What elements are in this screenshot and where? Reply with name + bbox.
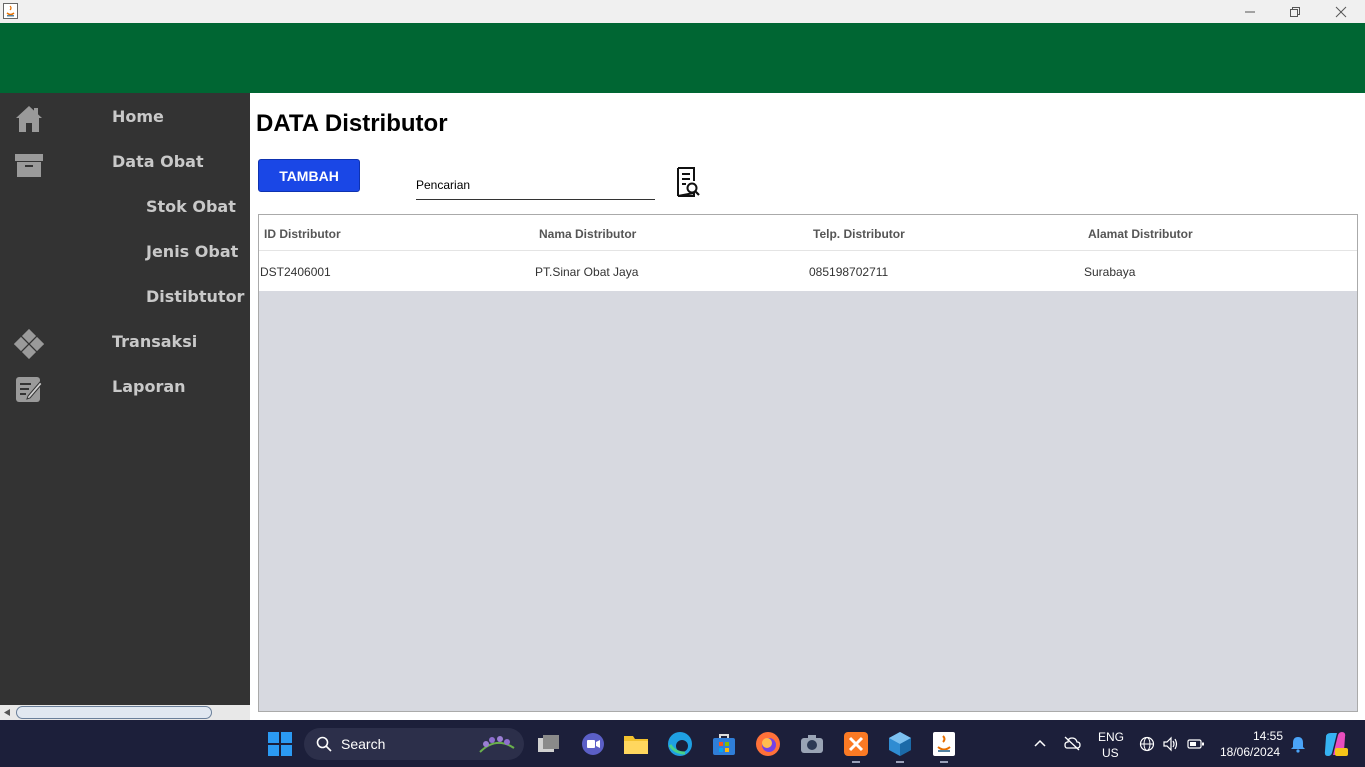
edge-browser-icon[interactable] — [667, 731, 693, 757]
column-header-alamat[interactable]: Alamat Distributor — [1088, 227, 1193, 241]
battery-icon[interactable] — [1187, 738, 1205, 750]
close-button[interactable] — [1318, 0, 1363, 23]
header-banner — [0, 23, 1365, 93]
java-app-icon — [3, 3, 18, 19]
report-icon — [16, 377, 43, 402]
home-icon — [16, 106, 42, 132]
running-indicator — [852, 761, 860, 763]
sidebar-item-label: Jenis Obat — [146, 242, 239, 261]
sidebar-item-transaksi[interactable]: Transaksi — [0, 321, 250, 361]
camera-icon[interactable] — [799, 731, 825, 757]
copilot-icon[interactable] — [1322, 731, 1348, 757]
firefox-icon[interactable] — [755, 731, 781, 757]
cloud-offline-icon[interactable] — [1063, 735, 1081, 751]
network-globe-icon[interactable] — [1139, 736, 1155, 752]
table-row[interactable]: DST2406001 PT.Sinar Obat Jaya 0851987027… — [259, 251, 1357, 291]
volume-icon[interactable] — [1162, 736, 1180, 752]
language-indicator[interactable]: ENG — [1098, 730, 1124, 744]
cell-alamat: Surabaya — [1084, 265, 1136, 279]
netbeans-icon[interactable] — [887, 731, 913, 757]
add-distributor-button[interactable]: TAMBAH — [258, 159, 360, 192]
search-document-icon[interactable] — [675, 166, 701, 198]
search-icon — [316, 736, 332, 752]
scroll-left-icon[interactable] — [2, 708, 12, 717]
sidebar-item-jenis-obat[interactable]: Jenis Obat — [0, 231, 250, 271]
cell-id: DST2406001 — [260, 265, 331, 279]
running-indicator — [896, 761, 904, 763]
sidebar-item-home[interactable]: Home — [0, 96, 250, 136]
column-header-nama[interactable]: Nama Distributor — [539, 227, 636, 241]
restore-icon — [1289, 6, 1300, 17]
restore-button[interactable] — [1272, 0, 1317, 23]
sidebar-item-label: Laporan — [112, 377, 186, 396]
chevron-up-icon[interactable] — [1033, 738, 1047, 748]
taskbar-clock-date[interactable]: 18/06/2024 — [1220, 745, 1280, 759]
close-icon — [1335, 6, 1346, 17]
sidebar-item-data-obat[interactable]: Data Obat — [0, 141, 250, 181]
table-header: ID Distributor Nama Distributor Telp. Di… — [259, 215, 1357, 251]
scrollbar-thumb[interactable] — [16, 706, 212, 719]
column-header-telp[interactable]: Telp. Distributor — [813, 227, 905, 241]
sidebar-item-label: Transaksi — [112, 332, 198, 351]
minimize-icon — [1244, 11, 1255, 12]
search-input[interactable] — [416, 165, 655, 200]
main-content: DATA Distributor TAMBAH ID Distributor N… — [250, 93, 1365, 720]
sidebar-item-label: Data Obat — [112, 152, 204, 171]
lavender-icon — [479, 736, 515, 753]
sidebar-item-label: Stok Obat — [146, 197, 236, 216]
column-header-id[interactable]: ID Distributor — [264, 227, 341, 241]
file-explorer-icon[interactable] — [623, 731, 649, 757]
sidebar-item-label: Home — [112, 107, 164, 126]
chat-icon[interactable] — [580, 731, 606, 757]
archive-icon — [15, 154, 43, 177]
sidebar-item-stok-obat[interactable]: Stok Obat — [0, 186, 250, 226]
taskbar-search-label: Search — [341, 736, 386, 752]
store-icon[interactable] — [711, 731, 737, 757]
transaction-icon — [14, 329, 44, 359]
xampp-icon[interactable] — [843, 731, 869, 757]
sidebar-item-distributor[interactable]: Distibtutor — [0, 276, 250, 316]
windows-start-icon[interactable] — [267, 731, 293, 757]
minimize-button[interactable] — [1227, 0, 1272, 23]
sidebar-item-laporan[interactable]: Laporan — [0, 366, 250, 406]
task-view-icon[interactable] — [536, 731, 562, 757]
window-titlebar — [0, 0, 1365, 23]
java-app-taskbar-icon[interactable] — [931, 731, 957, 757]
taskbar-search-box[interactable]: Search — [304, 728, 524, 760]
notification-bell-icon[interactable] — [1290, 735, 1306, 753]
distributor-table: ID Distributor Nama Distributor Telp. Di… — [258, 214, 1358, 712]
taskbar-clock-time[interactable]: 14:55 — [1253, 729, 1283, 743]
sidebar: Home Data Obat Stok Obat Jenis Obat Dist… — [0, 93, 250, 705]
sidebar-scrollbar[interactable] — [0, 705, 250, 720]
sidebar-item-label: Distibtutor — [146, 287, 245, 306]
cell-telp: 085198702711 — [809, 265, 889, 279]
page-title: DATA Distributor — [256, 110, 448, 137]
cell-nama: PT.Sinar Obat Jaya — [535, 265, 639, 279]
running-indicator — [940, 761, 948, 763]
language-region: US — [1102, 746, 1119, 760]
